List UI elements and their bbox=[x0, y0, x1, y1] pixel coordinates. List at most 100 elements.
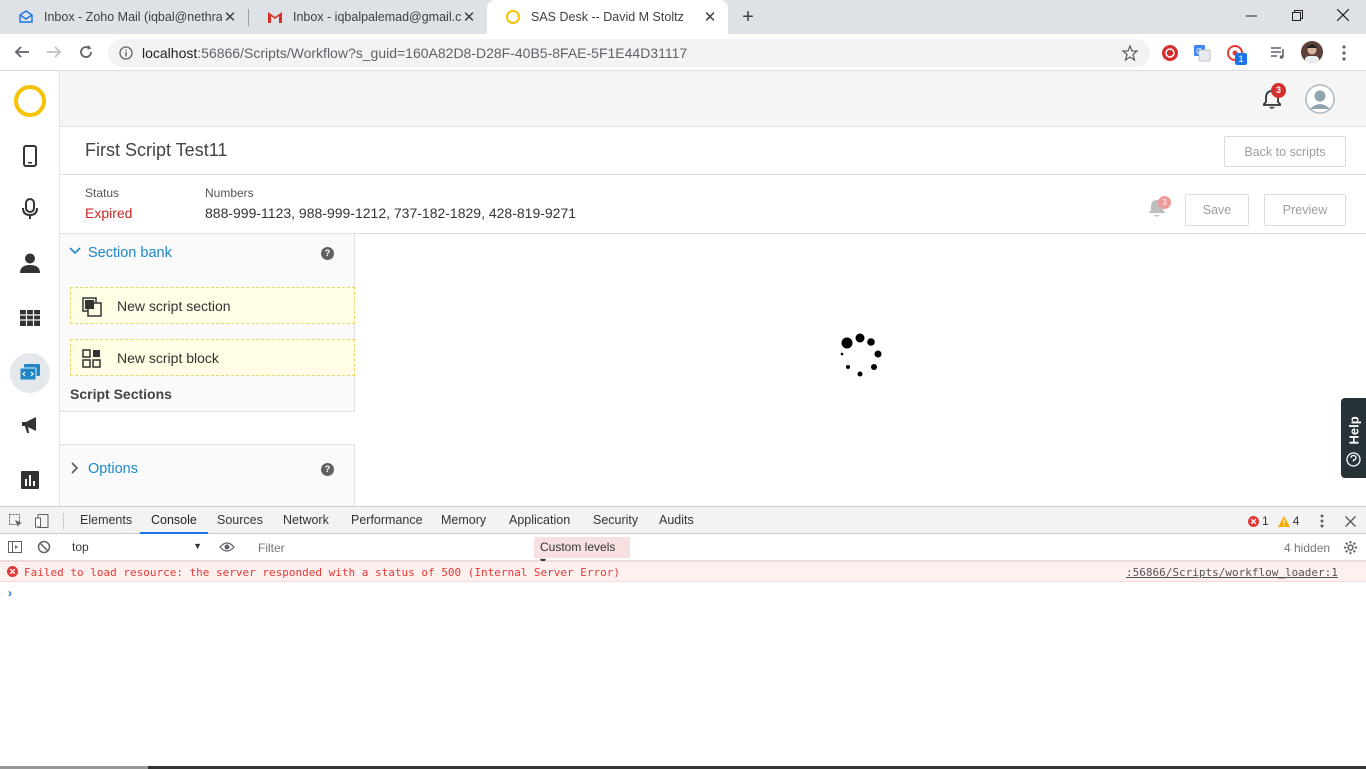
browser-menu-icon[interactable] bbox=[1334, 43, 1354, 63]
microphone-icon[interactable] bbox=[10, 189, 50, 229]
devtools-tab-network[interactable]: Network bbox=[283, 507, 329, 534]
new-script-section-item[interactable]: New script section bbox=[70, 287, 355, 324]
browser-tab-zoho[interactable]: Inbox - Zoho Mail (iqbal@nethra ✕ bbox=[0, 0, 248, 34]
devtools-tab-application[interactable]: Application bbox=[509, 507, 570, 534]
bar-chart-icon[interactable] bbox=[10, 460, 50, 500]
extension-badge: 1 bbox=[1235, 53, 1247, 65]
toolbar-divider bbox=[63, 513, 64, 529]
minimize-button[interactable] bbox=[1228, 0, 1274, 30]
bookmark-star-icon[interactable] bbox=[1122, 45, 1138, 61]
devtools-tab-security[interactable]: Security bbox=[593, 507, 638, 534]
back-to-scripts-button[interactable]: Back to scripts bbox=[1224, 136, 1346, 167]
devtools-tab-performance[interactable]: Performance bbox=[351, 507, 423, 534]
url-text: localhost:56866/Scripts/Workflow?s_guid=… bbox=[142, 45, 687, 61]
section-bank-panel: Section bank ? New script section New sc… bbox=[60, 234, 355, 506]
console-error-row: Failed to load resource: the server resp… bbox=[0, 561, 1366, 582]
preview-button[interactable]: Preview bbox=[1264, 194, 1346, 226]
close-icon[interactable]: ✕ bbox=[702, 9, 718, 26]
page-title: First Script Test11 bbox=[85, 140, 228, 160]
devtools-tab-sources[interactable]: Sources bbox=[217, 507, 263, 534]
device-toolbar-icon[interactable] bbox=[34, 513, 50, 529]
help-icon[interactable]: ? bbox=[321, 463, 334, 476]
error-count: 1 bbox=[1262, 514, 1269, 528]
new-script-block-label: New script block bbox=[117, 350, 219, 366]
new-tab-button[interactable]: + bbox=[738, 7, 758, 28]
reload-button[interactable] bbox=[76, 42, 96, 62]
devtools-menu-icon[interactable] bbox=[1314, 513, 1330, 529]
restore-button[interactable] bbox=[1274, 0, 1320, 30]
browser-tab-strip: Inbox - Zoho Mail (iqbal@nethra ✕ Inbox … bbox=[0, 0, 1366, 34]
browser-toolbar: localhost:56866/Scripts/Workflow?s_guid=… bbox=[0, 34, 1366, 71]
person-icon[interactable] bbox=[10, 243, 50, 283]
app-logo[interactable] bbox=[10, 81, 50, 121]
context-value: top bbox=[72, 540, 89, 554]
chevron-right-icon bbox=[69, 462, 79, 474]
back-button[interactable] bbox=[12, 42, 32, 62]
issue-counts[interactable]: 1 4 bbox=[1248, 514, 1299, 528]
devtools-close-icon[interactable] bbox=[1342, 513, 1358, 529]
devtools-tab-elements[interactable]: Elements bbox=[80, 507, 132, 534]
section-bank-header[interactable]: Section bank ? bbox=[60, 234, 355, 272]
sas-desk-app: 3 First Script Test11 Back to scripts St… bbox=[0, 71, 1366, 506]
table-icon[interactable] bbox=[10, 298, 50, 338]
help-icon[interactable]: ? bbox=[321, 247, 334, 260]
address-bar[interactable]: localhost:56866/Scripts/Workflow?s_guid=… bbox=[108, 39, 1150, 67]
devtools-tab-memory[interactable]: Memory bbox=[441, 507, 486, 534]
svg-text:G: G bbox=[1196, 47, 1202, 56]
chevron-down-icon: ▼ bbox=[193, 541, 202, 551]
help-circle-icon bbox=[1346, 452, 1361, 467]
devtools-panel: Elements Console Sources Network Perform… bbox=[0, 506, 1366, 769]
console-settings-icon[interactable] bbox=[1342, 539, 1358, 555]
close-icon[interactable]: ✕ bbox=[222, 9, 238, 26]
megaphone-icon[interactable] bbox=[10, 405, 50, 445]
info-icon[interactable] bbox=[119, 46, 133, 60]
extension-badge-icon[interactable]: 1 bbox=[1225, 43, 1247, 65]
profile-avatar[interactable] bbox=[1301, 41, 1323, 63]
console-prompt[interactable]: › bbox=[8, 586, 12, 600]
options-header[interactable]: Options ? bbox=[60, 450, 355, 488]
inspect-element-icon[interactable] bbox=[8, 513, 24, 529]
left-nav bbox=[0, 71, 60, 506]
tab-title: Inbox - iqbalpalemad@gmail.com bbox=[293, 10, 461, 24]
zoho-mail-icon bbox=[18, 9, 34, 25]
app-header: 3 bbox=[60, 71, 1366, 127]
translate-icon[interactable]: G bbox=[1192, 43, 1212, 63]
tab-title: Inbox - Zoho Mail (iqbal@nethra bbox=[44, 10, 222, 24]
script-editor-icon[interactable] bbox=[10, 353, 50, 393]
devtools-tab-audits[interactable]: Audits bbox=[659, 507, 694, 534]
new-script-block-item[interactable]: New script block bbox=[70, 339, 355, 376]
numbers-label: Numbers bbox=[205, 186, 254, 200]
section-bank-label: Section bank bbox=[88, 245, 172, 261]
log-levels-dropdown[interactable]: Custom levels ▾ bbox=[534, 537, 630, 568]
context-select[interactable]: top ▼ bbox=[62, 538, 206, 557]
url-host: localhost bbox=[142, 45, 198, 61]
alert-badge: 3 bbox=[1158, 196, 1171, 209]
console-filter-input[interactable] bbox=[252, 538, 532, 557]
user-avatar[interactable] bbox=[1305, 84, 1335, 114]
help-tab[interactable]: Help bbox=[1341, 398, 1366, 478]
close-icon[interactable]: ✕ bbox=[461, 9, 477, 26]
extension-red-icon[interactable] bbox=[1160, 43, 1180, 63]
devtools-tab-bar: Elements Console Sources Network Perform… bbox=[0, 507, 1366, 534]
tab-title: SAS Desk -- David M Stoltz bbox=[531, 10, 684, 24]
error-message: Failed to load resource: the server resp… bbox=[24, 566, 621, 579]
media-controls-icon[interactable] bbox=[1268, 43, 1288, 63]
chevron-down-icon bbox=[69, 246, 81, 256]
close-window-button[interactable] bbox=[1320, 0, 1366, 30]
warning-count: 4 bbox=[1292, 514, 1300, 528]
clear-console-icon[interactable] bbox=[36, 539, 52, 555]
devtools-tab-console[interactable]: Console bbox=[140, 507, 208, 534]
save-button[interactable]: Save bbox=[1185, 194, 1249, 226]
sidebar-toggle-icon[interactable] bbox=[7, 539, 23, 555]
eye-icon[interactable] bbox=[219, 539, 235, 555]
gmail-icon bbox=[267, 10, 283, 24]
browser-tab-gmail[interactable]: Inbox - iqbalpalemad@gmail.com ✕ bbox=[249, 0, 487, 34]
error-source-link[interactable]: :56866/Scripts/workflow_loader:1 bbox=[1126, 566, 1338, 579]
browser-tab-sas-desk[interactable]: SAS Desk -- David M Stoltz ✕ bbox=[487, 0, 728, 34]
error-icon bbox=[7, 566, 18, 577]
script-sections-list[interactable] bbox=[60, 411, 355, 445]
script-canvas[interactable] bbox=[355, 234, 1366, 506]
phone-icon[interactable] bbox=[10, 136, 50, 176]
forward-button[interactable] bbox=[44, 42, 64, 62]
sas-desk-icon bbox=[505, 9, 521, 25]
